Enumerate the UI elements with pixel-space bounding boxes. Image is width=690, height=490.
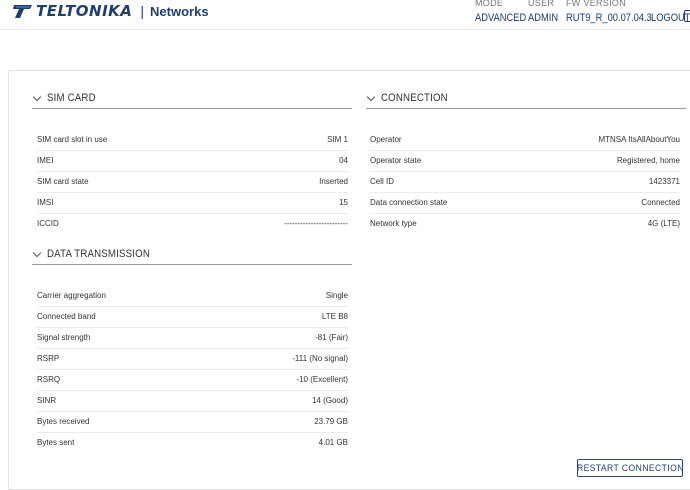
sim-card-divider xyxy=(32,108,352,109)
table-row: SINR 14 (Good) xyxy=(37,391,348,412)
sim-card-title: SIM CARD xyxy=(47,92,96,104)
data-transmission-divider xyxy=(32,264,352,265)
row-key: Carrier aggregation xyxy=(37,291,106,300)
table-row: Connected band LTE B8 xyxy=(37,307,348,328)
sim-card-table: SIM card slot in use SIM 1 IMEI 04 SIM car… xyxy=(37,130,348,235)
data-transmission-title: DATA TRANSMISSION xyxy=(47,248,151,260)
table-row: IMSI 15 xyxy=(37,193,348,214)
chevron-down-icon xyxy=(366,92,376,101)
row-key: Signal strength xyxy=(37,333,91,342)
row-key: Connected band xyxy=(37,312,96,321)
teltonika-logo[interactable]: TELTONIKA | Networks xyxy=(12,2,209,20)
table-row: Network type 4G (LTE) xyxy=(370,214,680,235)
row-value: 14 (Good) xyxy=(311,396,348,405)
table-row: Operator MTNSA ItsAllAboutYou xyxy=(370,130,680,151)
table-row: Data connection state Connected xyxy=(370,193,680,214)
table-row: SIM card state Inserted xyxy=(37,172,348,193)
logout-icon[interactable] xyxy=(684,10,690,22)
row-value: Inserted xyxy=(319,177,348,186)
table-row: SIM card slot in use SIM 1 xyxy=(37,130,348,151)
chevron-down-icon xyxy=(32,248,42,257)
connection-divider xyxy=(366,108,686,109)
row-key: IMEI xyxy=(37,156,54,165)
teltonika-logo-icon xyxy=(13,5,32,18)
brand-name: TELTONIKA xyxy=(36,2,133,20)
row-key: Network type xyxy=(370,219,417,228)
row-key: RSRQ xyxy=(37,375,61,384)
row-value: MTNSA ItsAllAboutYou xyxy=(598,135,680,144)
row-value: ------------------------ xyxy=(284,219,348,228)
mode-indicator[interactable]: MODE ADVANCED xyxy=(475,0,535,24)
brand-separator: | xyxy=(140,3,145,19)
restart-connection-label: RESTART CONNECTION xyxy=(576,462,684,474)
row-value: LTE B8 xyxy=(321,312,348,321)
row-key: SIM card state xyxy=(37,177,89,186)
table-row: Bytes sent 4.01 GB xyxy=(37,433,348,454)
mode-value[interactable]: ADVANCED xyxy=(475,12,526,24)
row-value: 23.79 GB xyxy=(314,417,348,426)
fw-value: RUT9_R_00.07.04.3 xyxy=(566,12,652,24)
table-row: Signal strength -81 (Fair) xyxy=(37,328,348,349)
row-value: 4G (LTE) xyxy=(647,219,680,228)
row-value: 15 xyxy=(339,198,348,207)
table-row: ICCID ------------------------ xyxy=(37,214,348,235)
table-row: RSRQ -10 (Excellent) xyxy=(37,370,348,391)
brand-subtitle: Networks xyxy=(150,3,209,19)
row-value: Connected xyxy=(641,198,680,207)
restart-connection-button[interactable]: RESTART CONNECTION xyxy=(577,459,683,477)
row-value: -111 (No signal) xyxy=(292,354,348,363)
row-key: Bytes received xyxy=(37,417,90,426)
table-row: IMEI 04 xyxy=(37,151,348,172)
row-key: Cell ID xyxy=(370,177,395,186)
row-key: ICCID xyxy=(37,219,59,228)
mode-caption: MODE xyxy=(475,0,504,8)
table-row: RSRP -111 (No signal) xyxy=(37,349,348,370)
table-row: Carrier aggregation Single xyxy=(37,286,348,307)
row-key: Bytes sent xyxy=(37,438,75,447)
data-transmission-table: Carrier aggregation Single Connected band… xyxy=(37,286,348,454)
connection-title: CONNECTION xyxy=(381,92,448,104)
sim-card-section-header[interactable]: SIM CARD xyxy=(32,89,102,107)
row-key: IMSI xyxy=(37,198,54,207)
row-key: Operator xyxy=(370,135,402,144)
connection-table: Operator MTNSA ItsAllAboutYou Operator st… xyxy=(370,130,680,235)
data-transmission-section-header[interactable]: DATA TRANSMISSION xyxy=(32,245,164,263)
top-header: TELTONIKA | Networks MODE ADVANCED USER … xyxy=(0,0,690,30)
table-row: Bytes received 23.79 GB xyxy=(37,412,348,433)
row-value: -81 (Fair) xyxy=(315,333,348,342)
row-value: SIM 1 xyxy=(327,135,348,144)
row-value: 1423371 xyxy=(648,177,680,186)
table-row: Cell ID 1423371 xyxy=(370,172,680,193)
chevron-down-icon xyxy=(32,92,42,101)
fw-caption: FW VERSION xyxy=(566,0,627,8)
row-value: 4.01 GB xyxy=(318,438,348,447)
table-row: Operator state Registered, home xyxy=(370,151,680,172)
row-value: Registered, home xyxy=(616,156,680,165)
row-key: SINR xyxy=(37,396,57,405)
row-value: -10 (Excellent) xyxy=(296,375,348,384)
user-value[interactable]: ADMIN xyxy=(528,12,558,24)
row-key: RSRP xyxy=(37,354,60,363)
user-indicator[interactable]: USER ADMIN xyxy=(528,0,563,24)
row-value: 04 xyxy=(339,156,348,165)
connection-section-header[interactable]: CONNECTION xyxy=(366,89,457,107)
row-key: SIM card slot in use xyxy=(37,135,108,144)
row-key: Operator state xyxy=(370,156,422,165)
row-key: Data connection state xyxy=(370,198,448,207)
row-value: Single xyxy=(325,291,348,300)
user-caption: USER xyxy=(528,0,555,8)
